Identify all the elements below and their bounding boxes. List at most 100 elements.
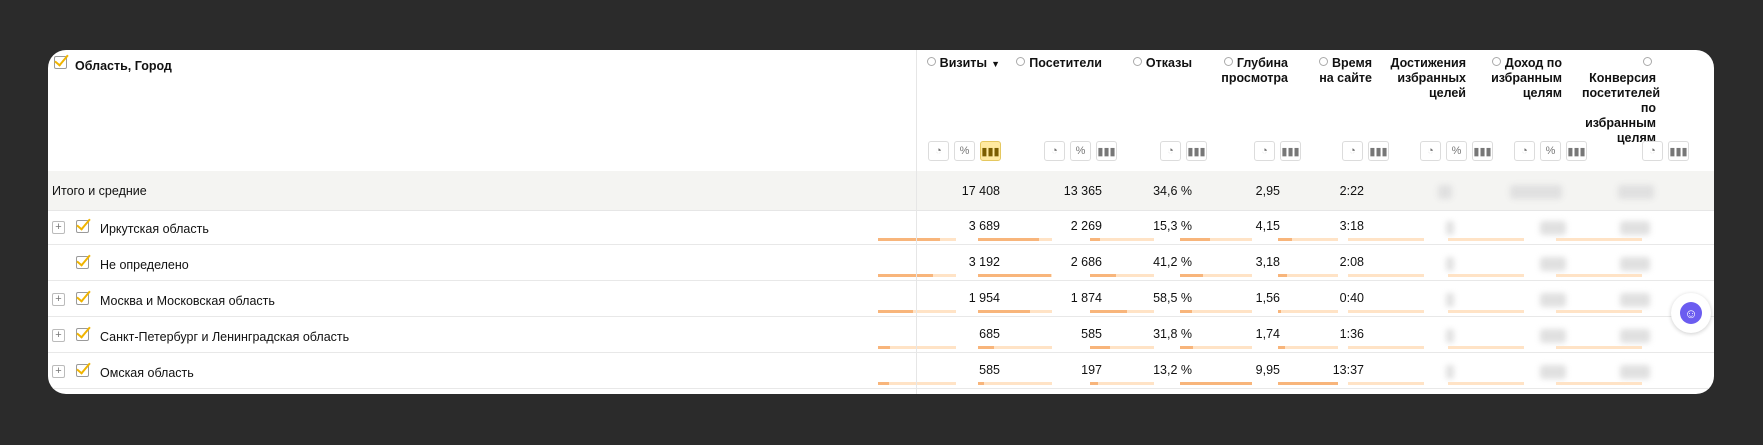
bar-chart-icon[interactable]: ▮▮▮: [1472, 141, 1493, 161]
share-bar-bounces: [1090, 238, 1154, 241]
table-row[interactable]: Не определено 3 192 2 686 41,2 % 3,18 2:08: [48, 245, 1714, 281]
column-header-time[interactable]: Время на сайте: [1314, 56, 1372, 86]
share-bar-visitors: [978, 382, 1052, 385]
redacted-value: [1620, 257, 1650, 271]
redacted-value: [1446, 257, 1454, 271]
bar-chart-icon[interactable]: ▮▮▮: [1096, 141, 1117, 161]
column-header-goal-conversion[interactable]: Конверсия посетителей по избранным целям: [1582, 56, 1660, 146]
redacted-value: [1540, 365, 1566, 379]
info-icon[interactable]: [926, 57, 936, 66]
column-header-visits[interactable]: Визиты ▼: [920, 56, 1000, 72]
info-icon[interactable]: [1016, 57, 1026, 66]
pie-chart-icon[interactable]: ◔: [1254, 141, 1275, 161]
table-row[interactable]: + Санкт-Петербург и Ленинградская область…: [48, 317, 1714, 353]
info-icon[interactable]: [1132, 57, 1142, 66]
percent-icon[interactable]: %: [1540, 141, 1561, 161]
row-name: Иркутская область: [100, 222, 209, 236]
expand-icon[interactable]: +: [52, 293, 65, 306]
share-bar-visitors: [978, 238, 1052, 241]
info-icon[interactable]: [1223, 57, 1233, 66]
cell-time: 0:40: [1339, 291, 1364, 305]
share-bar-time: [1278, 238, 1338, 241]
assistant-button[interactable]: ☺: [1671, 293, 1711, 333]
totals-goal-revenue-redacted: [1510, 185, 1562, 199]
row-checkbox[interactable]: [76, 292, 89, 305]
share-bar-visits: [878, 346, 956, 349]
redacted-value: [1446, 221, 1454, 235]
share-bar-fill: [978, 238, 1039, 241]
redacted-value: [1540, 257, 1566, 271]
share-bar-visits: [878, 274, 956, 277]
totals-row: Итого и средние 17 408 13 365 34,6 % 2,9…: [48, 171, 1714, 211]
visits-view-buttons: ◔ % ▮▮▮: [928, 141, 1001, 161]
share-bar-goal: [1556, 346, 1642, 349]
column-header-visitors[interactable]: Посетители: [1008, 56, 1102, 71]
column-header-bounces[interactable]: Отказы: [1110, 56, 1192, 71]
assistant-icon: ☺: [1680, 302, 1702, 324]
bar-chart-icon[interactable]: ▮▮▮: [1280, 141, 1301, 161]
percent-icon[interactable]: %: [1446, 141, 1467, 161]
share-bar-fill: [1180, 238, 1210, 241]
row-checkbox[interactable]: [76, 220, 89, 233]
table-row[interactable]: + Омская область 585 197 13,2 % 9,95 13:37: [48, 353, 1714, 389]
share-bar-fill: [1180, 274, 1203, 277]
pie-chart-icon[interactable]: ◔: [1514, 141, 1535, 161]
share-bar-fill: [1278, 310, 1281, 313]
expand-icon[interactable]: +: [52, 365, 65, 378]
row-name: Не определено: [100, 258, 189, 272]
percent-icon[interactable]: %: [954, 141, 975, 161]
share-bar-visitors: [978, 274, 1052, 277]
info-icon[interactable]: [1319, 57, 1328, 66]
percent-icon[interactable]: %: [1070, 141, 1091, 161]
pie-chart-icon[interactable]: ◔: [928, 141, 949, 161]
column-header-depth[interactable]: Глубина просмотра: [1220, 56, 1288, 86]
bounces-view-buttons: ◔ ▮▮▮: [1160, 141, 1207, 161]
dimension-header[interactable]: Область, Город: [54, 56, 172, 73]
table-row[interactable]: + Москва и Московская область 1 954 1 874 58…: [48, 281, 1714, 317]
column-header-goal-revenue[interactable]: Доход по избранным целям: [1480, 56, 1562, 101]
cell-visitors: 2 269: [1070, 219, 1102, 233]
row-checkbox[interactable]: [76, 256, 89, 269]
expand-icon[interactable]: +: [52, 221, 65, 234]
share-bar-goal: [1448, 274, 1524, 277]
share-bar-fill: [1278, 274, 1287, 277]
info-icon[interactable]: [1643, 57, 1652, 66]
share-bar-time: [1278, 274, 1338, 277]
cell-depth: 3,18: [1255, 255, 1280, 269]
bar-chart-icon[interactable]: ▮▮▮: [1668, 141, 1689, 161]
cell-visits: 1 954: [968, 291, 1000, 305]
share-bar-goal: [1448, 346, 1524, 349]
share-bar-fill: [978, 382, 984, 385]
cell-bounces: 13,2 %: [1153, 363, 1192, 377]
select-all-checkbox[interactable]: [54, 56, 67, 69]
totals-time: 2:22: [1339, 184, 1364, 198]
table-header: Область, Город Визиты ▼ Посетители Отказы…: [48, 50, 1714, 171]
row-checkbox[interactable]: [76, 328, 89, 341]
pie-chart-icon[interactable]: ◔: [1342, 141, 1363, 161]
info-icon[interactable]: [1491, 57, 1501, 66]
share-bar-fill: [1180, 346, 1193, 349]
redacted-value: [1620, 329, 1650, 343]
pie-chart-icon[interactable]: ◔: [1420, 141, 1441, 161]
column-header-goal-achievements[interactable]: Достижения избранных целей: [1388, 56, 1466, 101]
goal-revenue-view-buttons: ◔ % ▮▮▮: [1514, 141, 1587, 161]
row-checkbox[interactable]: [76, 364, 89, 377]
share-bar-goal: [1448, 310, 1524, 313]
bar-chart-icon[interactable]: ▮▮▮: [1566, 141, 1587, 161]
bar-chart-icon[interactable]: ▮▮▮: [1368, 141, 1389, 161]
cell-visitors: 585: [1081, 327, 1102, 341]
sort-desc-icon[interactable]: ▼: [991, 59, 1000, 69]
share-bar-depth: [1180, 346, 1252, 349]
pie-chart-icon[interactable]: ◔: [1044, 141, 1065, 161]
time-view-buttons: ◔ ▮▮▮: [1342, 141, 1389, 161]
cell-depth: 4,15: [1255, 219, 1280, 233]
table-row[interactable]: + Иркутская область 3 689 2 269 15,3 % 4,15 3:…: [48, 209, 1714, 245]
pie-chart-icon[interactable]: ◔: [1160, 141, 1181, 161]
bar-chart-icon[interactable]: ▮▮▮: [1186, 141, 1207, 161]
share-bar-goal: [1556, 238, 1642, 241]
share-bar-goal: [1556, 310, 1642, 313]
share-bar-fill: [1180, 382, 1252, 385]
pie-chart-icon[interactable]: ◔: [1642, 141, 1663, 161]
bar-chart-icon[interactable]: ▮▮▮: [980, 141, 1001, 161]
expand-icon[interactable]: +: [52, 329, 65, 342]
